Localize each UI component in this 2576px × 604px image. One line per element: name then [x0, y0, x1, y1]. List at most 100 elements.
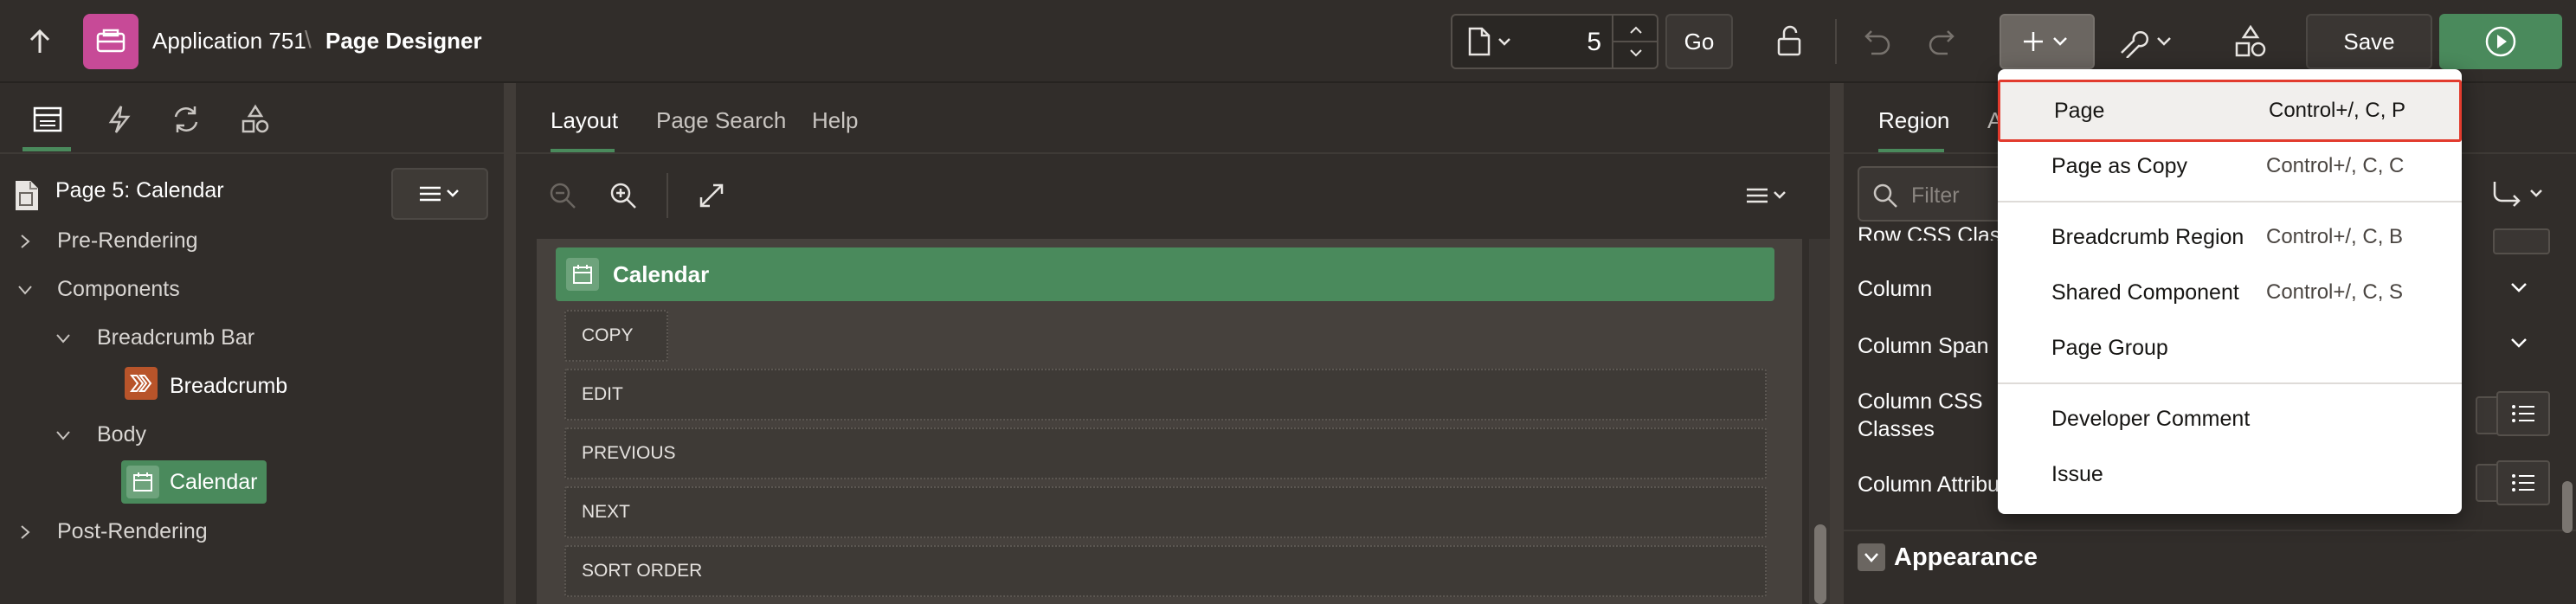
tree-pre-rendering[interactable]: Pre-Rendering	[57, 228, 198, 254]
app-icon[interactable]	[83, 14, 138, 69]
chevron-down-icon[interactable]	[12, 277, 38, 303]
tree-breadcrumb-bar[interactable]: Breadcrumb Bar	[97, 325, 254, 350]
tab-help[interactable]: Help	[812, 107, 858, 134]
menu-separator	[1998, 201, 2462, 202]
page-number-input[interactable]: 5	[1587, 28, 1601, 57]
property-scrollbar-thumb[interactable]	[2562, 481, 2573, 533]
tree-post-rendering[interactable]: Post-Rendering	[57, 519, 208, 544]
chevron-right-icon[interactable]	[12, 519, 38, 545]
chevron-right-icon[interactable]	[12, 228, 38, 254]
chevron-down-icon[interactable]	[50, 325, 76, 351]
chevron-down-icon[interactable]	[1858, 543, 1885, 571]
menu-item-developer-comment[interactable]: Developer Comment	[1998, 391, 2462, 447]
tree-menu-button[interactable]	[391, 168, 488, 220]
tab-layout[interactable]: Layout	[551, 107, 618, 134]
create-menu-button[interactable]	[2000, 14, 2095, 69]
tab-region[interactable]: Region	[1878, 107, 1949, 134]
redo-icon[interactable]	[1918, 21, 1963, 62]
rendering-tab-icon[interactable]	[26, 100, 69, 138]
dynamic-actions-tab-icon[interactable]	[97, 100, 140, 138]
toolbar-divider	[1835, 19, 1837, 64]
tab-bar-divider	[0, 152, 504, 154]
tab-page-search[interactable]: Page Search	[656, 107, 786, 134]
processing-tab-icon[interactable]	[164, 100, 208, 138]
zoom-in-icon[interactable]	[604, 177, 642, 215]
tree-calendar: Calendar	[170, 470, 258, 494]
lock-icon[interactable]	[1766, 21, 1814, 62]
shared-components-tab-icon[interactable]	[234, 100, 277, 138]
menu-item-breadcrumb-region[interactable]: Breadcrumb Region Control+/, C, B	[1998, 209, 2462, 265]
rendering-tree-pane: Page 5: Calendar Pre-Rendering Component…	[0, 83, 504, 604]
menu-item-breadcrumb-region-label: Breadcrumb Region	[2051, 224, 2244, 249]
page-node-title[interactable]: Page 5: Calendar	[55, 178, 224, 203]
breadcrumb-region-icon	[125, 367, 158, 400]
run-page-button[interactable]	[2439, 14, 2562, 69]
shared-components-icon[interactable]	[2226, 19, 2275, 64]
active-tab-indicator	[23, 147, 71, 151]
menu-item-developer-comment-label: Developer Comment	[2051, 406, 2251, 431]
page-selector[interactable]: 5	[1451, 14, 1658, 69]
button-edit[interactable]: EDIT	[564, 369, 1767, 421]
prop-column-span-label: Column Span	[1858, 334, 1989, 358]
menu-item-page[interactable]: Page Control+/, C, P	[1998, 80, 2462, 142]
prop-column-attributes-label: Column Attributes	[1858, 472, 2005, 497]
filter-placeholder: Filter	[1911, 183, 1960, 208]
calendar-region-header[interactable]: Calendar	[556, 247, 1774, 301]
layout-menu-icon[interactable]	[1740, 177, 1795, 215]
canvas-scrollbar-thumb[interactable]	[1814, 524, 1826, 604]
menu-separator	[1998, 382, 2462, 384]
row-css-picker-button[interactable]	[2493, 228, 2550, 254]
right-splitter[interactable]	[1830, 83, 1844, 604]
app-name-link[interactable]: Application 751	[152, 28, 306, 55]
undo-icon[interactable]	[1856, 21, 1901, 62]
menu-item-page-as-copy-shortcut: Control+/, C, C	[2266, 154, 2405, 177]
section-divider	[1844, 530, 2576, 531]
zoom-out-icon[interactable]	[544, 177, 582, 215]
tree-calendar-selected[interactable]: Calendar	[121, 460, 267, 504]
button-next[interactable]: NEXT	[564, 486, 1767, 538]
column-span-select[interactable]	[2476, 322, 2562, 367]
page-icon	[10, 177, 43, 215]
calendar-region-title: Calendar	[613, 261, 710, 287]
save-button[interactable]: Save	[2306, 14, 2432, 69]
column-css-picker-button[interactable]	[2496, 391, 2550, 436]
page-icon[interactable]	[1465, 24, 1517, 59]
column-select[interactable]	[2476, 267, 2562, 312]
go-to-group-icon[interactable]	[2481, 175, 2559, 213]
expand-icon[interactable]	[692, 177, 731, 215]
prop-column-css-label: Column CSS	[1858, 389, 1983, 414]
button-sort-order[interactable]: SORT ORDER	[564, 545, 1767, 597]
prop-column-label: Column	[1858, 277, 1933, 301]
prop-column-css-label-2: Classes	[1858, 417, 1935, 441]
left-splitter[interactable]	[504, 83, 516, 604]
up-arrow-icon[interactable]	[21, 22, 59, 61]
menu-item-issue-label: Issue	[2051, 461, 2103, 486]
page-stepper[interactable]	[1612, 16, 1658, 67]
menu-item-breadcrumb-region-shortcut: Control+/, C, B	[2266, 225, 2404, 248]
menu-item-page-as-copy-label: Page as Copy	[2051, 153, 2188, 178]
menu-item-issue[interactable]: Issue	[1998, 447, 2462, 502]
button-previous[interactable]: PREVIOUS	[564, 427, 1767, 479]
tree-components[interactable]: Components	[57, 277, 180, 302]
tab-bar-divider	[516, 152, 1830, 154]
menu-item-page-group-label: Page Group	[2051, 335, 2168, 360]
menu-item-page-group[interactable]: Page Group	[1998, 320, 2462, 376]
create-dropdown-menu: Page Control+/, C, P Page as Copy Contro…	[1998, 69, 2462, 514]
menu-item-shared-component-shortcut: Control+/, C, S	[2266, 280, 2404, 304]
page-title: Page Designer	[325, 28, 482, 54]
tree-breadcrumb[interactable]: Breadcrumb	[170, 374, 287, 399]
toolbar-divider	[667, 173, 668, 218]
section-appearance-title[interactable]: Appearance	[1894, 543, 2038, 572]
calendar-icon	[566, 258, 599, 291]
menu-item-page-label: Page	[2054, 98, 2105, 123]
go-button[interactable]: Go	[1665, 14, 1733, 69]
search-icon	[1870, 180, 1901, 211]
button-copy[interactable]: COPY	[564, 310, 668, 362]
menu-item-shared-component[interactable]: Shared Component Control+/, C, S	[1998, 265, 2462, 320]
chevron-down-icon[interactable]	[50, 422, 76, 448]
tree-body[interactable]: Body	[97, 422, 146, 447]
utilities-wrench-icon[interactable]	[2109, 17, 2183, 66]
column-attributes-picker-button[interactable]	[2496, 460, 2550, 505]
menu-item-page-as-copy[interactable]: Page as Copy Control+/, C, C	[1998, 138, 2462, 194]
menu-item-shared-component-label: Shared Component	[2051, 280, 2239, 305]
